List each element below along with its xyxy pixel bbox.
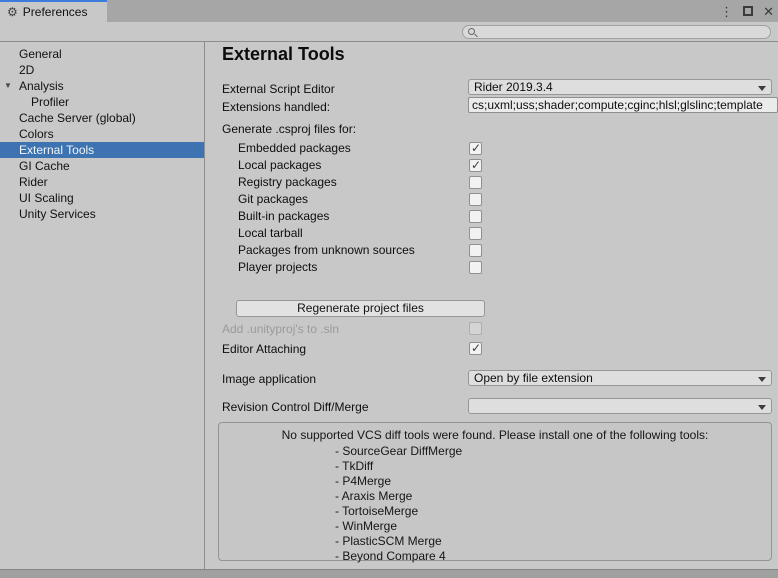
sidebar-item-label: Colors	[19, 127, 54, 141]
sidebar-item-profiler[interactable]: Profiler	[0, 94, 204, 110]
external-script-editor-dropdown[interactable]: Rider 2019.3.4	[468, 79, 772, 95]
gear-icon: ⚙	[7, 6, 18, 18]
tab-preferences[interactable]: ⚙ Preferences	[0, 0, 107, 22]
regenerate-project-files-button[interactable]: Regenerate project files	[236, 300, 485, 317]
status-bar	[0, 569, 778, 578]
sidebar-item-label: Analysis	[19, 79, 64, 93]
vcs-tool-item: - WinMerge	[335, 519, 771, 534]
sidebar-item-cache-server-global-[interactable]: Cache Server (global)	[0, 110, 204, 126]
close-icon[interactable]: ✕	[763, 5, 774, 18]
generate-csproj-label: Generate .csproj files for:	[222, 122, 356, 136]
add-unityproj-checkbox: ✓	[469, 322, 482, 335]
editor-attaching-checkbox[interactable]: ✓	[469, 342, 482, 355]
sidebar-item-general[interactable]: General	[0, 46, 204, 62]
sidebar-item-label: External Tools	[19, 143, 94, 157]
vcs-tool-item: - TortoiseMerge	[335, 504, 771, 519]
sidebar-item-label: UI Scaling	[19, 191, 74, 205]
sidebar-item-label: Rider	[19, 175, 48, 189]
menu-icon[interactable]: ⋮	[720, 5, 733, 18]
vcs-notice-text: No supported VCS diff tools were found. …	[219, 428, 771, 442]
extensions-handled-field[interactable]: cs;uxml;uss;shader;compute;cginc;hlsl;gl…	[468, 97, 778, 113]
checkbox-label-packages-from-unknown-sources: Packages from unknown sources	[238, 243, 415, 257]
sidebar-item-label: General	[19, 47, 62, 61]
sidebar-item-colors[interactable]: Colors	[0, 126, 204, 142]
maximize-icon[interactable]	[743, 5, 753, 18]
checkbox-local-packages[interactable]: ✓	[469, 159, 482, 172]
vcs-tool-item: - PlasticSCM Merge	[335, 534, 771, 549]
toolbar	[0, 22, 778, 42]
sidebar-item-unity-services[interactable]: Unity Services	[0, 206, 204, 222]
extensions-handled-label: Extensions handled:	[222, 100, 330, 114]
vcs-tool-item: - TkDiff	[335, 459, 771, 474]
search-box[interactable]	[462, 25, 771, 39]
checkbox-packages-from-unknown-sources[interactable]: ✓	[469, 244, 482, 257]
sidebar-item-analysis[interactable]: ▼ Analysis	[0, 78, 204, 94]
checkbox-label-local-packages: Local packages	[238, 158, 321, 172]
sidebar-item-gi-cache[interactable]: GI Cache	[0, 158, 204, 174]
checkbox-registry-packages[interactable]: ✓	[469, 176, 482, 189]
add-unityproj-label: Add .unityproj's to .sln	[222, 322, 339, 336]
external-script-editor-label: External Script Editor	[222, 82, 335, 96]
vcs-tools-list: - SourceGear DiffMerge- TkDiff- P4Merge-…	[219, 444, 771, 564]
checkbox-player-projects[interactable]: ✓	[469, 261, 482, 274]
revision-control-label: Revision Control Diff/Merge	[222, 400, 369, 414]
expander-icon[interactable]: ▼	[4, 78, 12, 94]
checkbox-label-registry-packages: Registry packages	[238, 175, 337, 189]
revision-control-dropdown[interactable]	[468, 398, 772, 414]
preferences-sidebar: General 2D ▼ Analysis Profiler Cache Server (…	[0, 42, 205, 570]
preferences-window: ⚙ Preferences ⋮ ✕ General 2D ▼ Analysis Prof…	[0, 0, 778, 578]
page-title: External Tools	[222, 44, 345, 65]
sidebar-item-label: Unity Services	[19, 207, 96, 221]
vcs-notice-box: No supported VCS diff tools were found. …	[218, 422, 772, 561]
image-application-label: Image application	[222, 372, 316, 386]
sidebar-item-label: Profiler	[31, 95, 69, 109]
sidebar-item-label: GI Cache	[19, 159, 70, 173]
vcs-tool-item: - SourceGear DiffMerge	[335, 444, 771, 459]
vcs-tool-item: - Beyond Compare 4	[335, 549, 771, 564]
checkbox-label-git-packages: Git packages	[238, 192, 308, 206]
window-controls: ⋮ ✕	[720, 0, 774, 22]
tab-label: Preferences	[23, 5, 88, 19]
checkbox-local-tarball[interactable]: ✓	[469, 227, 482, 240]
search-input[interactable]	[481, 26, 764, 38]
vcs-tool-item: - P4Merge	[335, 474, 771, 489]
search-icon	[468, 28, 475, 35]
checkbox-label-built-in-packages: Built-in packages	[238, 209, 329, 223]
sidebar-item-ui-scaling[interactable]: UI Scaling	[0, 190, 204, 206]
vcs-tool-item: - Araxis Merge	[335, 489, 771, 504]
checkbox-built-in-packages[interactable]: ✓	[469, 210, 482, 223]
checkbox-label-local-tarball: Local tarball	[238, 226, 303, 240]
editor-attaching-label: Editor Attaching	[222, 342, 306, 356]
checkbox-git-packages[interactable]: ✓	[469, 193, 482, 206]
sidebar-item-rider[interactable]: Rider	[0, 174, 204, 190]
sidebar-item-2d[interactable]: 2D	[0, 62, 204, 78]
sidebar-item-external-tools[interactable]: External Tools	[0, 142, 204, 158]
checkbox-label-player-projects: Player projects	[238, 260, 317, 274]
checkbox-label-embedded-packages: Embedded packages	[238, 141, 351, 155]
checkbox-embedded-packages[interactable]: ✓	[469, 142, 482, 155]
image-application-dropdown[interactable]: Open by file extension	[468, 370, 772, 386]
title-bar: ⚙ Preferences ⋮ ✕	[0, 0, 778, 22]
sidebar-item-label: Cache Server (global)	[19, 111, 136, 125]
sidebar-item-label: 2D	[19, 63, 34, 77]
